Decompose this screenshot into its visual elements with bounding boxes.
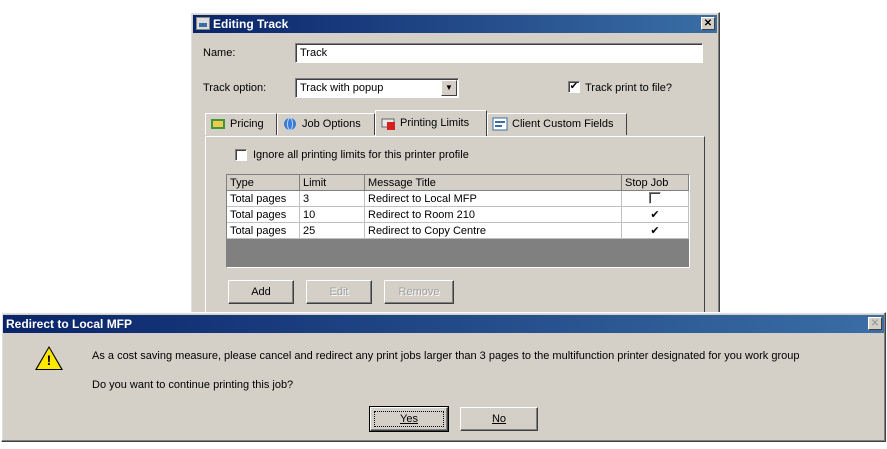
cell-stop-job: ✔ [621, 222, 689, 239]
printer-app-icon [196, 17, 210, 30]
dialog-message: As a cost saving measure, please cancel … [92, 350, 800, 362]
track-option-select[interactable]: Track with popup ▼ [295, 78, 459, 98]
name-field[interactable]: Track [295, 43, 703, 63]
yes-button[interactable]: Yes [369, 406, 449, 432]
column-header-limit[interactable]: Limit [299, 175, 365, 191]
no-button-label: No [491, 413, 507, 425]
focus-rectangle [374, 411, 444, 427]
globe-icon [284, 117, 296, 131]
editing-track-window: Editing Track ✕ Name: Track Track option… [190, 12, 720, 342]
cell-limit: 3 [299, 190, 365, 207]
tab-printing-limits-label: Printing Limits [400, 117, 470, 129]
tab-client-custom-fields[interactable]: Client Custom Fields [487, 113, 627, 135]
cell-type: Total pages [227, 206, 300, 223]
cell-limit: 10 [299, 206, 365, 223]
name-label: Name: [203, 47, 236, 59]
limits-table: Type Limit Message Title Stop Job Total … [226, 174, 690, 268]
tab-printing-limits[interactable]: Printing Limits [375, 110, 487, 136]
close-icon[interactable]: ✕ [868, 317, 882, 330]
close-icon[interactable]: ✕ [701, 17, 715, 30]
stop-job-checkbox[interactable] [649, 192, 661, 204]
editing-track-titlebar[interactable]: Editing Track ✕ [193, 15, 717, 33]
printing-limits-panel: Ignore all printing limits for this prin… [205, 136, 705, 341]
track-print-label: Track print to file? [585, 82, 673, 94]
tab-client-custom-fields-label: Client Custom Fields [512, 118, 614, 130]
redirect-dialog: Redirect to Local MFP ✕ ! As a cost savi… [1, 312, 886, 442]
track-print-checkbox[interactable]: ✔ [568, 81, 580, 93]
edit-button[interactable]: Edit [306, 280, 372, 304]
printer-limit-icon [381, 118, 395, 130]
tab-pricing[interactable]: Pricing [205, 113, 277, 135]
window-title: Editing Track [213, 17, 289, 31]
ignore-limits-label: Ignore all printing limits for this prin… [253, 149, 469, 161]
pricing-icon [211, 119, 225, 129]
dialog-title: Redirect to Local MFP [6, 317, 133, 331]
column-header-message-title[interactable]: Message Title [364, 175, 622, 191]
remove-button[interactable]: Remove [384, 280, 454, 304]
cell-type: Total pages [227, 222, 300, 239]
tab-job-options-label: Job Options [302, 118, 361, 130]
cell-message-title: Redirect to Copy Centre [364, 222, 622, 239]
tab-strip: Pricing Job Options Printing Limits Clie… [205, 110, 705, 137]
cell-type: Total pages [227, 190, 300, 207]
redirect-dialog-titlebar[interactable]: Redirect to Local MFP ✕ [3, 315, 884, 333]
track-option-value: Track with popup [300, 82, 384, 94]
column-header-type[interactable]: Type [227, 175, 300, 191]
no-button[interactable]: No [460, 407, 538, 431]
tab-pricing-label: Pricing [230, 118, 264, 130]
chevron-down-icon[interactable]: ▼ [441, 80, 457, 96]
cell-stop-job: ✔ [621, 206, 689, 223]
track-option-label: Track option: [203, 82, 267, 94]
dialog-question: Do you want to continue printing this jo… [92, 379, 294, 391]
stop-job-check[interactable]: ✔ [650, 209, 659, 221]
cell-limit: 25 [299, 222, 365, 239]
tab-job-options[interactable]: Job Options [277, 113, 375, 135]
stop-job-check[interactable]: ✔ [650, 225, 659, 237]
table-header-row: Type Limit Message Title Stop Job [227, 175, 689, 191]
table-row[interactable]: Total pages 10 Redirect to Room 210 ✔ [227, 206, 689, 223]
cell-message-title: Redirect to Local MFP [364, 190, 622, 207]
form-icon [492, 117, 508, 131]
cell-message-title: Redirect to Room 210 [364, 206, 622, 223]
add-button[interactable]: Add [228, 280, 294, 304]
table-row[interactable]: Total pages 25 Redirect to Copy Centre ✔ [227, 222, 689, 239]
warning-exclamation: ! [46, 352, 52, 368]
cell-stop-job [621, 190, 689, 207]
ignore-limits-checkbox[interactable] [235, 149, 247, 161]
table-row[interactable]: Total pages 3 Redirect to Local MFP [227, 190, 689, 207]
column-header-stop-job[interactable]: Stop Job [621, 175, 689, 191]
